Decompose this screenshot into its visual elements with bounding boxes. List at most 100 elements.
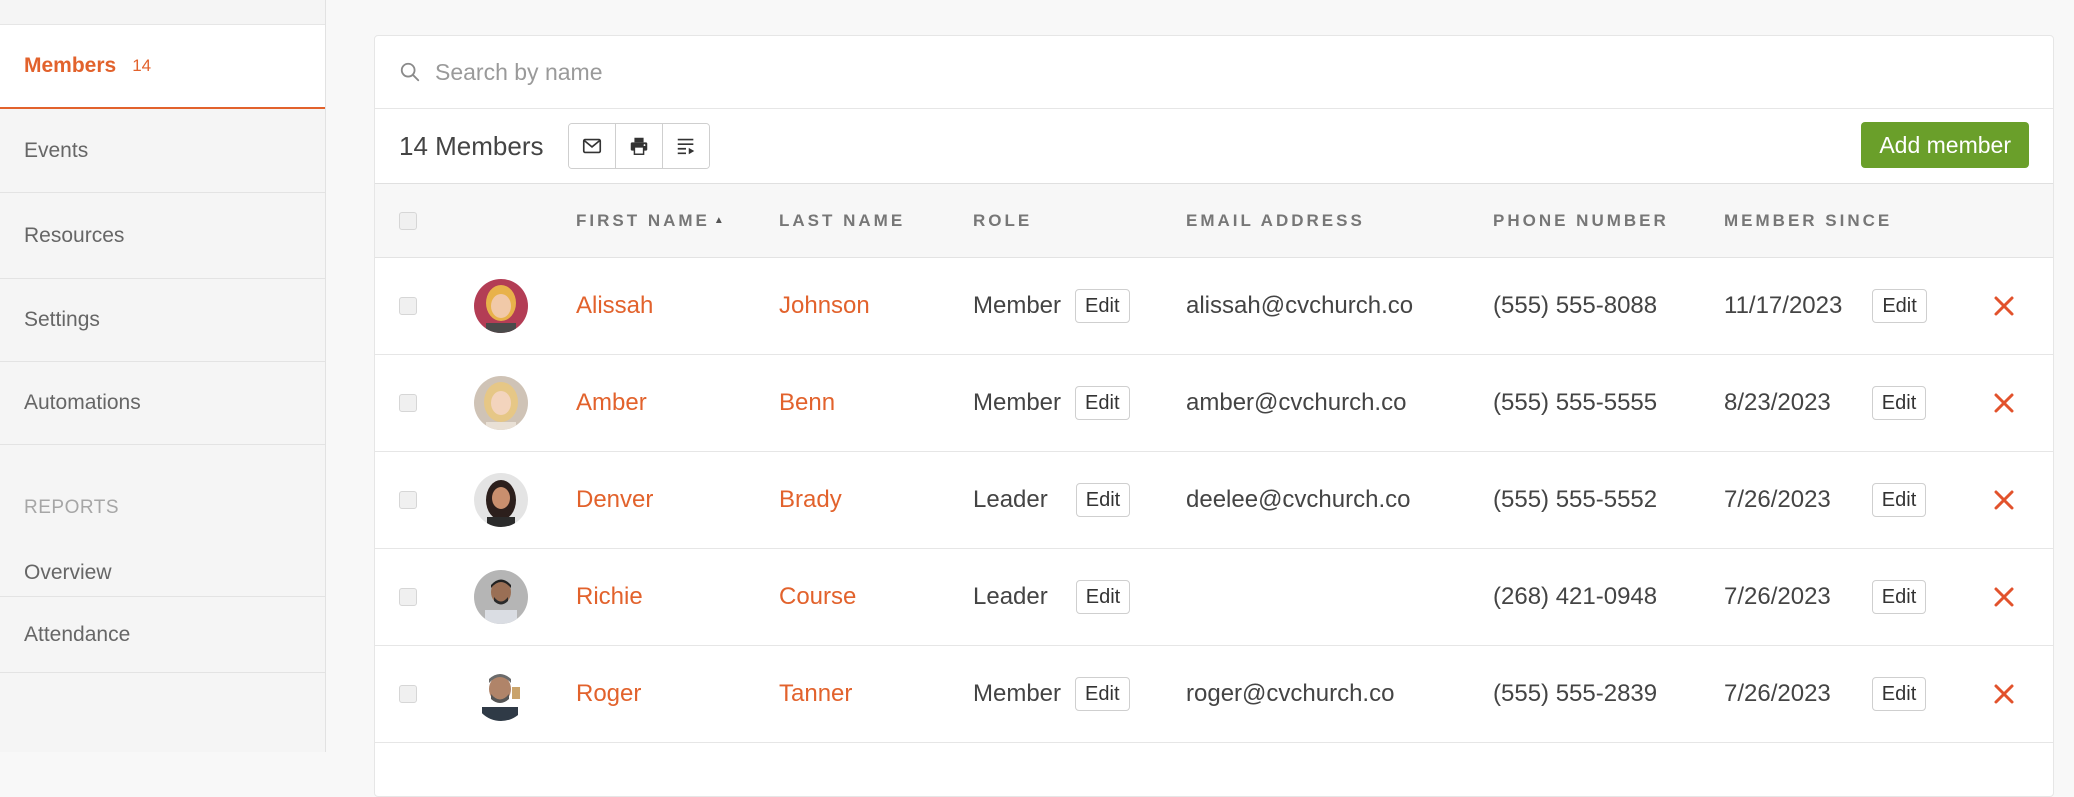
- role-cell: Member Edit: [973, 355, 1130, 451]
- first-name-link[interactable]: Richie: [576, 549, 643, 645]
- role-cell: Leader Edit: [973, 452, 1131, 548]
- avatar[interactable]: [474, 376, 528, 430]
- last-name-link[interactable]: Course: [779, 549, 856, 645]
- edit-member-since-button[interactable]: Edit: [1871, 580, 1927, 614]
- member-since-label: 7/26/2023: [1724, 583, 1831, 610]
- email-button[interactable]: [568, 124, 616, 168]
- delete-icon[interactable]: [1992, 585, 2016, 609]
- sidebar-item-events[interactable]: Events: [0, 109, 325, 193]
- column-header-role[interactable]: ROLE: [973, 184, 1032, 257]
- member-since-label: 11/17/2023: [1724, 292, 1843, 319]
- first-name-link[interactable]: Denver: [576, 452, 653, 548]
- email-cell: roger@cvchurch.co: [1186, 680, 1395, 707]
- avatar[interactable]: [474, 473, 528, 527]
- sidebar-item-label: Settings: [24, 308, 100, 331]
- last-name-link[interactable]: Brady: [779, 452, 842, 548]
- add-member-button[interactable]: Add member: [1861, 122, 2029, 168]
- sidebar-item-label: Events: [24, 138, 89, 162]
- search-input[interactable]: [433, 57, 1337, 87]
- avatar[interactable]: [474, 279, 528, 333]
- delete-icon[interactable]: [1992, 391, 2016, 415]
- sidebar-item-label: Resources: [24, 223, 125, 247]
- table-header: FIRST NAME ▲ LAST NAME ROLE EMAIL ADDRESS…: [375, 184, 2053, 258]
- edit-member-since-button[interactable]: Edit: [1871, 483, 1927, 517]
- first-name-link[interactable]: Roger: [576, 646, 641, 742]
- edit-member-since-button[interactable]: Edit: [1871, 677, 1927, 711]
- table-row: Amber Benn Member Edit amber@cvchurch.co…: [375, 355, 2053, 452]
- sidebar-item-settings[interactable]: Settings: [0, 279, 325, 362]
- edit-member-since-button[interactable]: Edit: [1872, 289, 1927, 323]
- role-label: Member: [973, 292, 1062, 319]
- delete-icon[interactable]: [1992, 682, 2016, 706]
- delete-icon[interactable]: [1992, 488, 2016, 512]
- member-count-label: 14 Members: [399, 130, 544, 161]
- edit-role-button[interactable]: Edit: [1075, 580, 1131, 614]
- sidebar-item-automations[interactable]: Automations: [0, 362, 325, 445]
- sidebar: Members 14 Events Resources Settings Aut…: [0, 0, 326, 752]
- phone-cell: (555) 555-2839: [1493, 680, 1658, 707]
- email-cell: amber@cvchurch.co: [1186, 389, 1407, 416]
- email-cell: deelee@cvchurch.co: [1186, 486, 1411, 513]
- print-icon: [630, 137, 647, 155]
- edit-role-button[interactable]: Edit: [1075, 289, 1130, 323]
- row-checkbox[interactable]: [399, 588, 417, 606]
- mail-icon: [582, 138, 601, 154]
- sort-asc-icon: ▲: [713, 215, 724, 226]
- sidebar-item-members[interactable]: Members 14: [0, 25, 325, 109]
- select-all-checkbox-cell: [399, 184, 417, 257]
- edit-member-since-button[interactable]: Edit: [1871, 386, 1927, 420]
- first-name-link[interactable]: Alissah: [576, 258, 653, 354]
- avatar-person-icon: [474, 376, 528, 430]
- edit-role-button[interactable]: Edit: [1075, 677, 1130, 711]
- column-header-last-name[interactable]: LAST NAME: [779, 184, 905, 257]
- avatar-person-icon: [474, 473, 528, 527]
- member-since-label: 8/23/2023: [1724, 389, 1831, 416]
- sidebar-item-attendance[interactable]: Attendance: [0, 597, 325, 673]
- sort-list-icon: [677, 138, 694, 155]
- column-header-email[interactable]: EMAIL ADDRESS: [1186, 184, 1365, 257]
- column-header-member-since[interactable]: MEMBER SINCE: [1724, 184, 1892, 257]
- search-bar: [375, 36, 2053, 109]
- edit-role-button[interactable]: Edit: [1075, 483, 1131, 517]
- select-all-checkbox[interactable]: [399, 211, 417, 230]
- last-name-link[interactable]: Tanner: [779, 646, 852, 742]
- member-since-label: 7/26/2023: [1724, 486, 1831, 513]
- avatar-person-icon: [474, 570, 528, 624]
- row-checkbox[interactable]: [399, 491, 417, 509]
- members-card: 14 Members: [374, 35, 2054, 797]
- role-cell: Member Edit: [973, 646, 1130, 742]
- sort-list-button[interactable]: [662, 124, 709, 168]
- table-row: Richie Course Leader Edit (268) 421-0948…: [375, 549, 2053, 646]
- email-cell: alissah@cvchurch.co: [1186, 292, 1414, 319]
- role-label: Leader: [973, 583, 1048, 610]
- last-name-link[interactable]: Benn: [779, 355, 835, 451]
- first-name-link[interactable]: Amber: [576, 355, 647, 451]
- last-name-link[interactable]: Johnson: [779, 258, 870, 354]
- avatar[interactable]: [474, 667, 528, 721]
- member-since-cell: 11/17/2023 Edit: [1724, 258, 1927, 354]
- column-header-first-name[interactable]: FIRST NAME ▲: [576, 184, 724, 257]
- reports-heading-label: REPORTS: [24, 497, 120, 518]
- column-header-phone[interactable]: PHONE NUMBER: [1493, 184, 1669, 257]
- avatar-person-icon: [474, 279, 528, 333]
- role-label: Leader: [973, 486, 1048, 513]
- phone-cell: (555) 555-8088: [1493, 292, 1658, 319]
- sidebar-item-label: Members: [24, 54, 117, 77]
- sidebar-item-overview[interactable]: Overview: [0, 549, 325, 597]
- row-checkbox[interactable]: [399, 685, 417, 703]
- sidebar-item-label: Overview: [24, 560, 112, 584]
- row-checkbox[interactable]: [399, 394, 417, 412]
- sidebar-item-resources[interactable]: Resources: [0, 193, 325, 279]
- role-label: Member: [973, 680, 1062, 707]
- delete-icon[interactable]: [1992, 294, 2016, 318]
- print-button[interactable]: [615, 124, 663, 168]
- phone-cell: (555) 555-5555: [1493, 389, 1658, 416]
- row-checkbox[interactable]: [399, 297, 417, 315]
- member-since-cell: 8/23/2023 Edit: [1724, 355, 1927, 451]
- member-since-cell: 7/26/2023 Edit: [1724, 452, 1927, 548]
- avatar-person-icon: [474, 667, 528, 721]
- role-cell: Member Edit: [973, 258, 1130, 354]
- table-row: Alissah Johnson Member Edit alissah@cvch…: [375, 258, 2053, 355]
- avatar[interactable]: [474, 570, 528, 624]
- edit-role-button[interactable]: Edit: [1075, 386, 1130, 420]
